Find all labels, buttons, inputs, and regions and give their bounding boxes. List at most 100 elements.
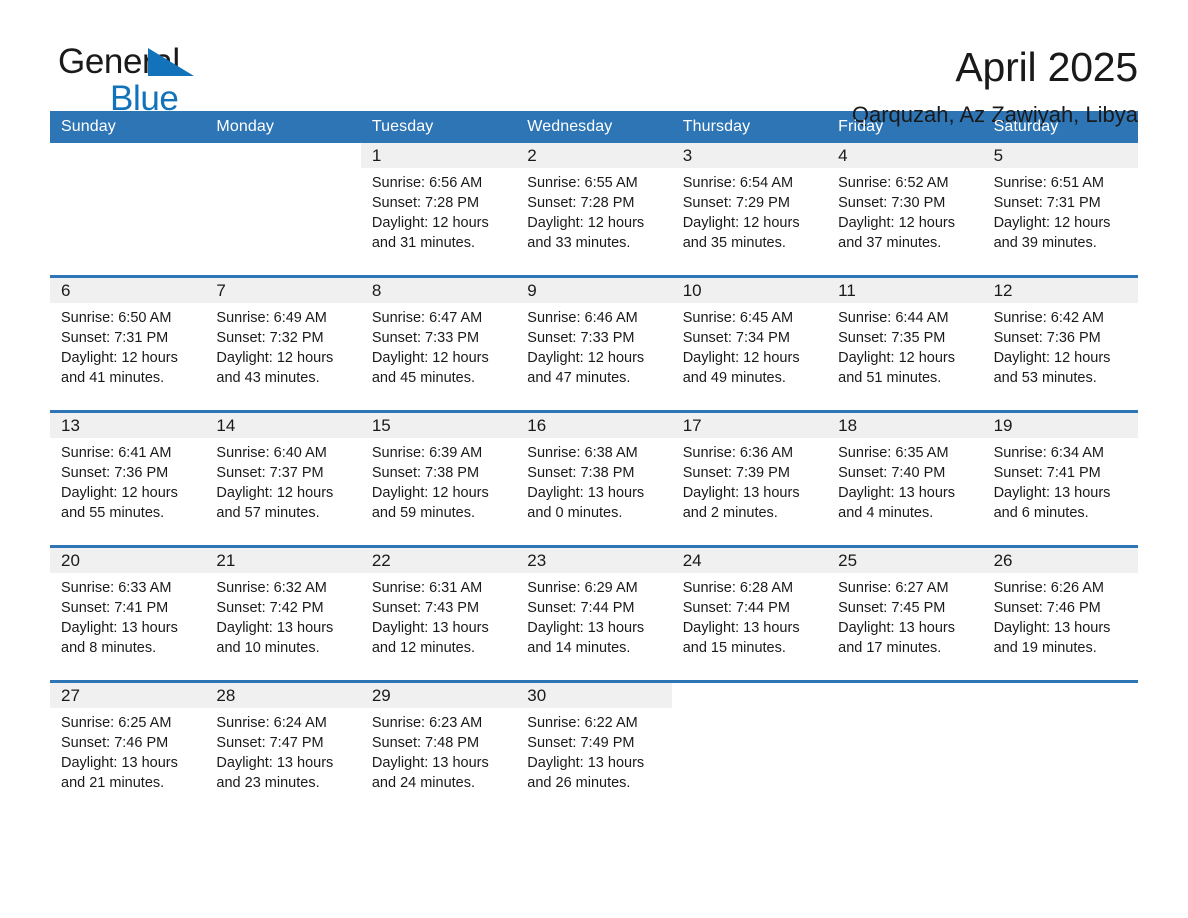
day-number: 15 xyxy=(371,416,391,435)
day-number-band: 11 xyxy=(827,278,983,303)
calendar-day-cell[interactable]: 27 Sunrise: 6:25 AM Sunset: 7:46 PM Dayligh… xyxy=(50,683,206,805)
sunset-text: Sunset: 7:29 PM xyxy=(682,195,790,211)
daylight-text-line2: and 6 minutes. xyxy=(993,505,1089,521)
day-details: Sunrise: 6:33 AM Sunset: 7:41 PM Daylight:… xyxy=(50,573,205,658)
sunset-text: Sunset: 7:34 PM xyxy=(682,330,790,346)
day-number: 18 xyxy=(838,416,858,435)
calendar-day-cell[interactable]: 17 Sunrise: 6:36 AM Sunset: 7:39 PM Dayligh… xyxy=(671,413,828,535)
calendar-day-cell[interactable]: 5 Sunrise: 6:51 AM Sunset: 7:31 PM Daylight… xyxy=(982,143,1138,265)
sunrise-text: Sunrise: 6:52 AM xyxy=(838,175,949,191)
calendar-day-cell[interactable]: 21 Sunrise: 6:32 AM Sunset: 7:42 PM Dayligh… xyxy=(205,548,361,670)
day-number-band xyxy=(50,143,205,168)
day-details: Sunrise: 6:49 AM Sunset: 7:32 PM Daylight:… xyxy=(205,303,360,388)
calendar-day-cell-empty xyxy=(982,683,1138,805)
sunrise-text: Sunrise: 6:46 AM xyxy=(527,310,638,326)
day-number-band: 5 xyxy=(982,143,1138,168)
calendar-day-cell[interactable]: 11 Sunrise: 6:44 AM Sunset: 7:35 PM Dayligh… xyxy=(827,278,983,400)
sunset-text: Sunset: 7:37 PM xyxy=(216,465,324,481)
daylight-text-line2: and 49 minutes. xyxy=(682,370,786,386)
weekday-header-friday: Friday xyxy=(838,118,884,135)
day-details: Sunrise: 6:36 AM Sunset: 7:39 PM Daylight:… xyxy=(672,438,827,523)
sunset-text: Sunset: 7:38 PM xyxy=(371,465,480,481)
daylight-text-line1: Daylight: 12 hours xyxy=(682,350,800,366)
calendar-day-cell[interactable]: 7 Sunrise: 6:49 AM Sunset: 7:32 PM Daylight… xyxy=(205,278,361,400)
sunrise-text: Sunrise: 6:23 AM xyxy=(371,715,483,731)
sunset-text: Sunset: 7:35 PM xyxy=(838,330,946,346)
sunrise-text: Sunrise: 6:33 AM xyxy=(61,580,172,596)
calendar-week-row: 1 Sunrise: 6:56 AM Sunset: 7:28 PM Daylight… xyxy=(50,143,1138,265)
sunset-text: Sunset: 7:44 PM xyxy=(682,600,790,616)
calendar-day-cell[interactable]: 3 Sunrise: 6:54 AM Sunset: 7:29 PM Daylight… xyxy=(671,143,828,265)
sunset-text: Sunset: 7:49 PM xyxy=(527,735,635,751)
daylight-text-line2: and 4 minutes. xyxy=(838,505,934,521)
calendar-day-cell[interactable]: 29 Sunrise: 6:23 AM Sunset: 7:48 PM Dayligh… xyxy=(360,683,517,805)
daylight-text-line1: Daylight: 12 hours xyxy=(527,215,645,231)
calendar-day-cell[interactable]: 9 Sunrise: 6:46 AM Sunset: 7:33 PM Daylight… xyxy=(516,278,672,400)
daylight-text-line1: Daylight: 13 hours xyxy=(682,485,800,501)
daylight-text-line1: Daylight: 12 hours xyxy=(216,350,334,366)
daylight-text-line1: Daylight: 13 hours xyxy=(682,620,800,636)
day-number: 3 xyxy=(682,146,693,165)
day-number-band: 24 xyxy=(671,548,828,573)
day-number-band: 23 xyxy=(516,548,672,573)
calendar-week-row: 6 Sunrise: 6:50 AM Sunset: 7:31 PM Daylight… xyxy=(50,275,1138,400)
sunrise-text: Sunrise: 6:40 AM xyxy=(216,445,327,461)
day-details: Sunrise: 6:34 AM Sunset: 7:41 PM Daylight:… xyxy=(983,438,1138,523)
daylight-text-line2: and 10 minutes. xyxy=(216,640,320,656)
calendar-page: General Blue April 2025 Qarquzah, Az Zaw… xyxy=(0,0,1188,918)
sunrise-text: Sunrise: 6:29 AM xyxy=(527,580,638,596)
calendar-day-cell[interactable]: 16 Sunrise: 6:38 AM Sunset: 7:38 PM Dayligh… xyxy=(516,413,672,535)
calendar-day-cell[interactable]: 24 Sunrise: 6:28 AM Sunset: 7:44 PM Dayligh… xyxy=(671,548,828,670)
logo-text-blue: Blue xyxy=(110,79,179,118)
day-details: Sunrise: 6:52 AM Sunset: 7:30 PM Daylight:… xyxy=(827,168,982,253)
day-number-band: 29 xyxy=(360,683,517,708)
day-number-band: 14 xyxy=(205,413,361,438)
calendar-day-cell[interactable]: 26 Sunrise: 6:26 AM Sunset: 7:46 PM Dayligh… xyxy=(982,548,1138,670)
sunset-text: Sunset: 7:31 PM xyxy=(993,195,1101,211)
calendar-day-cell[interactable]: 15 Sunrise: 6:39 AM Sunset: 7:38 PM Dayligh… xyxy=(360,413,517,535)
day-number-band: 16 xyxy=(516,413,672,438)
weekday-header-tuesday: Tuesday xyxy=(371,118,434,135)
sunset-text: Sunset: 7:46 PM xyxy=(993,600,1101,616)
calendar-day-cell[interactable]: 19 Sunrise: 6:34 AM Sunset: 7:41 PM Dayligh… xyxy=(982,413,1138,535)
daylight-text-line1: Daylight: 13 hours xyxy=(61,755,178,771)
calendar-day-cell[interactable]: 23 Sunrise: 6:29 AM Sunset: 7:44 PM Dayligh… xyxy=(516,548,672,670)
sunset-text: Sunset: 7:32 PM xyxy=(216,330,324,346)
sunset-text: Sunset: 7:33 PM xyxy=(527,330,635,346)
day-number: 8 xyxy=(371,281,382,300)
calendar-day-cell[interactable]: 4 Sunrise: 6:52 AM Sunset: 7:30 PM Daylight… xyxy=(827,143,983,265)
day-details: Sunrise: 6:28 AM Sunset: 7:44 PM Daylight:… xyxy=(672,573,827,658)
calendar-day-cell[interactable]: 8 Sunrise: 6:47 AM Sunset: 7:33 PM Daylight… xyxy=(360,278,517,400)
day-number-band: 17 xyxy=(671,413,828,438)
calendar-day-cell[interactable]: 14 Sunrise: 6:40 AM Sunset: 7:37 PM Dayligh… xyxy=(205,413,361,535)
sunset-text: Sunset: 7:33 PM xyxy=(371,330,480,346)
day-details: Sunrise: 6:31 AM Sunset: 7:43 PM Daylight:… xyxy=(361,573,516,658)
day-details: Sunrise: 6:39 AM Sunset: 7:38 PM Daylight:… xyxy=(361,438,516,523)
day-number-band: 1 xyxy=(360,143,517,168)
calendar-day-cell[interactable]: 12 Sunrise: 6:42 AM Sunset: 7:36 PM Dayligh… xyxy=(982,278,1138,400)
calendar-day-cell[interactable]: 1 Sunrise: 6:56 AM Sunset: 7:28 PM Daylight… xyxy=(360,143,517,265)
sunset-text: Sunset: 7:38 PM xyxy=(527,465,635,481)
sunset-text: Sunset: 7:48 PM xyxy=(371,735,480,751)
calendar-day-cell[interactable]: 25 Sunrise: 6:27 AM Sunset: 7:45 PM Dayligh… xyxy=(827,548,983,670)
day-details: Sunrise: 6:24 AM Sunset: 7:47 PM Daylight:… xyxy=(205,708,360,793)
calendar-day-cell[interactable]: 6 Sunrise: 6:50 AM Sunset: 7:31 PM Daylight… xyxy=(50,278,206,400)
calendar-day-cell[interactable]: 13 Sunrise: 6:41 AM Sunset: 7:36 PM Dayligh… xyxy=(50,413,206,535)
daylight-text-line1: Daylight: 13 hours xyxy=(216,620,334,636)
calendar-day-cell[interactable]: 20 Sunrise: 6:33 AM Sunset: 7:41 PM Dayligh… xyxy=(50,548,206,670)
daylight-text-line1: Daylight: 12 hours xyxy=(682,215,800,231)
calendar-day-cell[interactable]: 18 Sunrise: 6:35 AM Sunset: 7:40 PM Dayligh… xyxy=(827,413,983,535)
sunset-text: Sunset: 7:47 PM xyxy=(216,735,324,751)
daylight-text-line2: and 51 minutes. xyxy=(838,370,942,386)
sunrise-text: Sunrise: 6:55 AM xyxy=(527,175,638,191)
calendar-day-cell[interactable]: 28 Sunrise: 6:24 AM Sunset: 7:47 PM Dayligh… xyxy=(205,683,361,805)
calendar-day-cell[interactable]: 2 Sunrise: 6:55 AM Sunset: 7:28 PM Daylight… xyxy=(516,143,672,265)
daylight-text-line2: and 33 minutes. xyxy=(527,235,631,251)
day-number-band: 6 xyxy=(50,278,206,303)
day-details: Sunrise: 6:55 AM Sunset: 7:28 PM Daylight:… xyxy=(516,168,671,253)
daylight-text-line1: Daylight: 13 hours xyxy=(838,485,956,501)
calendar-day-cell[interactable]: 10 Sunrise: 6:45 AM Sunset: 7:34 PM Dayligh… xyxy=(671,278,828,400)
calendar-day-cell[interactable]: 22 Sunrise: 6:31 AM Sunset: 7:43 PM Dayligh… xyxy=(360,548,517,670)
day-number-band xyxy=(672,683,827,708)
calendar-day-cell[interactable]: 30 Sunrise: 6:22 AM Sunset: 7:49 PM Dayligh… xyxy=(516,683,672,805)
